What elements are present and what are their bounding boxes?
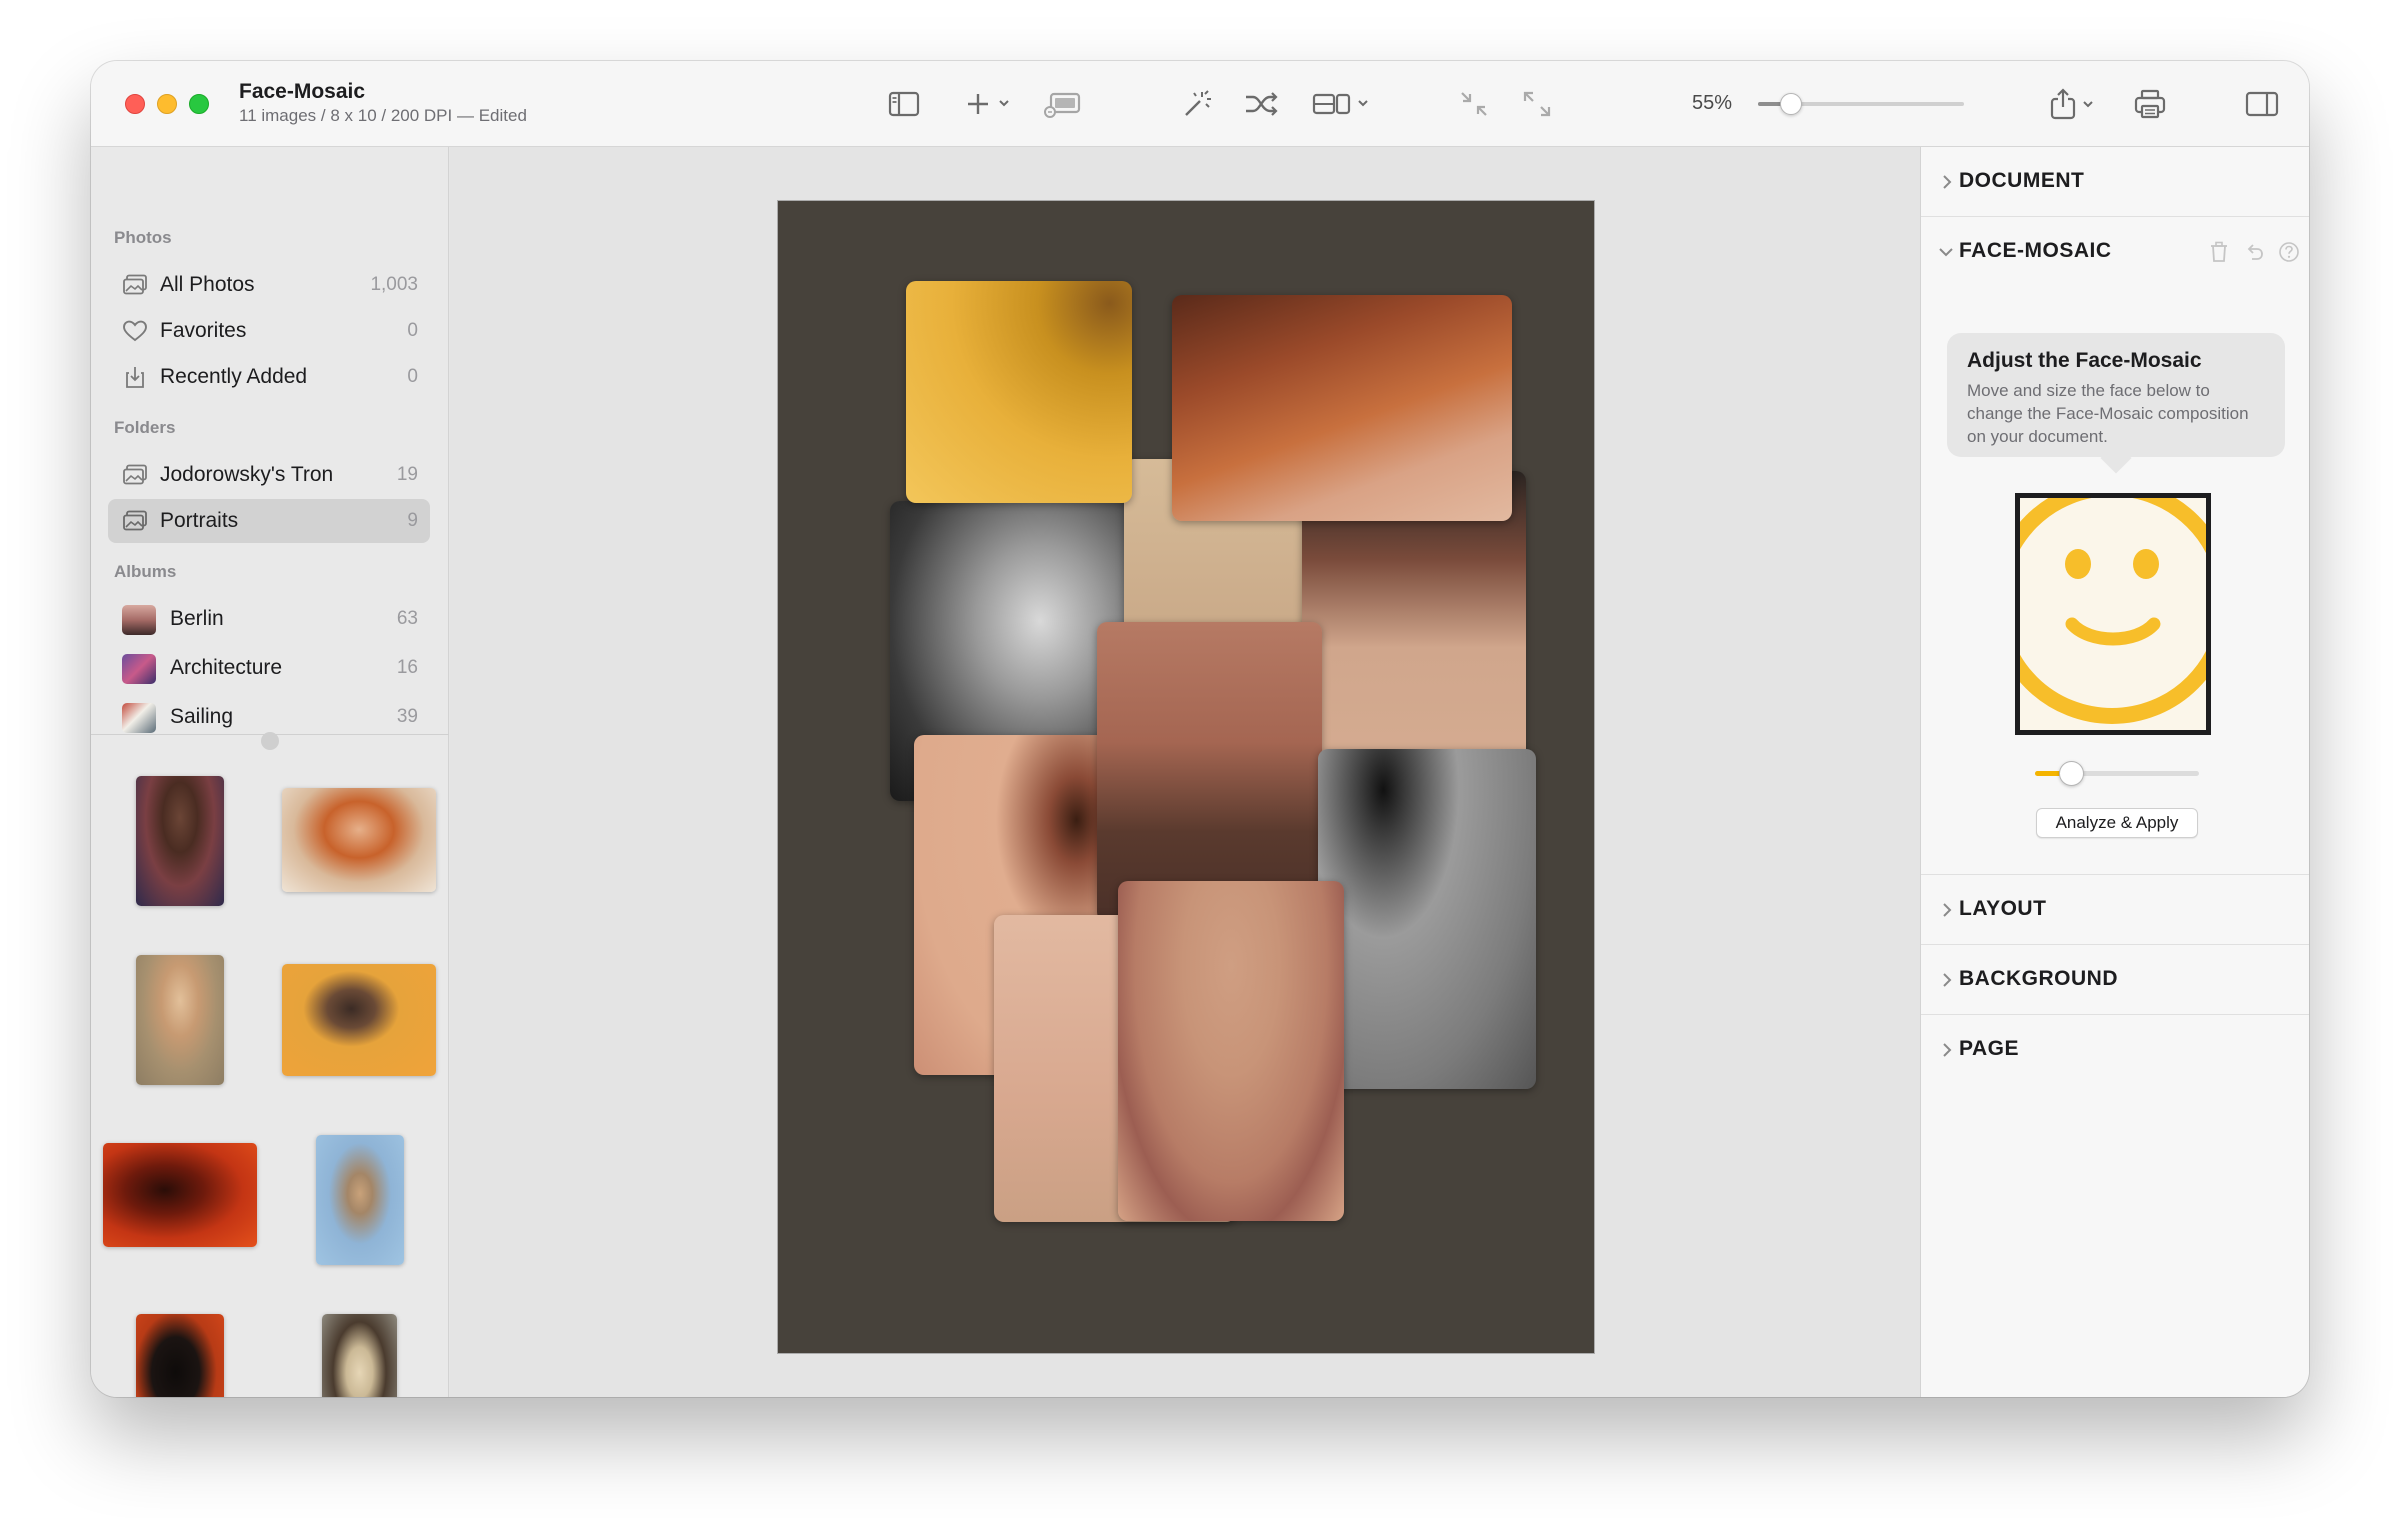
chevron-right-icon <box>1941 972 1953 993</box>
title-bar: Face-Mosaic 11 images / 8 x 10 / 200 DPI… <box>91 61 2309 147</box>
section-title: LAYOUT <box>1959 897 2047 920</box>
expand-icon[interactable] <box>1519 85 1555 123</box>
undo-icon[interactable] <box>2244 241 2264 268</box>
print-icon[interactable] <box>2132 85 2168 123</box>
zoom-slider-knob[interactable] <box>1780 93 1802 115</box>
photo-thumbnail[interactable] <box>282 964 436 1076</box>
app-window: Face-Mosaic 11 images / 8 x 10 / 200 DPI… <box>91 61 2309 1397</box>
help-callout: Adjust the Face-Mosaic Move and size the… <box>1947 333 2285 457</box>
shuffle-icon[interactable] <box>1242 85 1282 123</box>
sidebar-item-label: Architecture <box>170 656 283 679</box>
photo-thumbnail[interactable] <box>316 1135 404 1265</box>
callout-title: Adjust the Face-Mosaic <box>1967 349 2202 372</box>
smiley-face-icon[interactable] <box>2020 498 2206 730</box>
section-page[interactable]: PAGE <box>1921 1015 2309 1085</box>
section-title: PAGE <box>1959 1037 2019 1060</box>
photo-stack-icon <box>122 273 148 297</box>
sidebar-item-favorites[interactable]: Favorites 0 <box>108 309 430 353</box>
inspector-panel: DOCUMENT FACE-MOSAIC Adjust the Face-Mos… <box>1920 147 2309 1397</box>
chevron-right-icon <box>1941 902 1953 923</box>
document-page[interactable] <box>778 201 1594 1353</box>
item-count: 16 <box>396 657 418 678</box>
sidebar-item-label: Recently Added <box>160 365 308 388</box>
face-tile[interactable] <box>1318 749 1536 1089</box>
section-document[interactable]: DOCUMENT <box>1921 147 2309 217</box>
photo-thumbnail[interactable] <box>136 1314 224 1397</box>
face-tile[interactable] <box>1118 881 1344 1221</box>
item-count: 63 <box>396 608 418 629</box>
album-thumbnail <box>122 654 156 684</box>
section-title: DOCUMENT <box>1959 169 2085 192</box>
sidebar-item-label: Jodorowsky's Tron <box>160 463 334 486</box>
sidebar-item-architecture[interactable]: Architecture 16 <box>108 646 430 690</box>
item-count: 19 <box>396 464 418 485</box>
section-layout[interactable]: LAYOUT <box>1921 875 2309 945</box>
sidebar-item-label: Portraits <box>160 509 239 532</box>
sidebar-item-label: All Photos <box>160 273 255 296</box>
zoom-slider[interactable] <box>1758 93 1964 115</box>
split-view-handle[interactable] <box>261 732 279 750</box>
trash-icon[interactable] <box>2209 241 2229 268</box>
document-title: Face-Mosaic <box>239 80 366 103</box>
face-size-slider-knob[interactable] <box>2058 761 2084 786</box>
folder-photos-icon <box>122 509 148 533</box>
face-size-slider[interactable] <box>2035 761 2199 786</box>
photo-thumbnail[interactable] <box>136 776 224 906</box>
sidebar-item-all-photos[interactable]: All Photos 1,003 <box>108 263 430 307</box>
item-count: 9 <box>407 510 418 531</box>
albums-section-header: Albums <box>114 562 177 581</box>
folder-photos-icon <box>122 463 148 487</box>
folders-section-header: Folders <box>114 418 176 437</box>
sidebar-item-jodorowskys-tron[interactable]: Jodorowsky's Tron 19 <box>108 453 430 497</box>
chevron-down-icon[interactable] <box>1938 245 1954 263</box>
photo-thumbnail[interactable] <box>136 955 224 1085</box>
sidebar-item-portraits[interactable]: Portraits 9 <box>108 499 430 543</box>
document-subtitle: 11 images / 8 x 10 / 200 DPI — Edited <box>239 106 527 125</box>
photo-thumbnail[interactable] <box>322 1314 397 1397</box>
sidebar-item-label: Berlin <box>170 607 224 630</box>
shrink-icon[interactable] <box>1456 85 1492 123</box>
section-title: BACKGROUND <box>1959 967 2118 990</box>
face-tile[interactable] <box>906 281 1132 503</box>
sidebar-icon[interactable] <box>886 85 922 123</box>
sidebar: Photos All Photos 1,003 Favorites 0 Rece… <box>91 147 449 1397</box>
slideshow-icon[interactable] <box>1042 85 1084 123</box>
face-preview[interactable] <box>2015 493 2211 735</box>
section-title: FACE-MOSAIC <box>1959 239 2112 262</box>
inspector-icon[interactable] <box>2244 85 2280 123</box>
zoom-level: 55% <box>1692 92 1733 114</box>
zoom-window-button[interactable] <box>189 94 209 114</box>
chevron-right-icon <box>1941 174 1953 195</box>
photo-thumbnail[interactable] <box>103 1143 257 1247</box>
close-window-button[interactable] <box>125 94 145 114</box>
album-thumbnail <box>122 703 156 733</box>
item-count: 0 <box>407 320 418 341</box>
photo-thumbnail[interactable] <box>282 788 436 892</box>
face-tile[interactable] <box>1097 622 1322 922</box>
heart-icon <box>122 319 148 343</box>
section-background[interactable]: BACKGROUND <box>1921 945 2309 1015</box>
callout-body: Move and size the face below to change t… <box>1967 381 2249 446</box>
import-icon <box>122 365 148 389</box>
section-face-mosaic: FACE-MOSAIC Adjust the Face-Mosaic Move … <box>1921 217 2309 875</box>
item-count: 39 <box>396 706 418 727</box>
face-tile[interactable] <box>1172 295 1512 521</box>
canvas-area[interactable] <box>450 147 1920 1397</box>
analyze-apply-button[interactable]: Analyze & Apply <box>2036 808 2198 838</box>
magic-wand-icon[interactable] <box>1178 85 1214 123</box>
item-count: 1,003 <box>370 274 418 295</box>
sidebar-item-berlin[interactable]: Berlin 63 <box>108 597 430 641</box>
share-icon[interactable] <box>2047 85 2101 123</box>
sidebar-item-label: Sailing <box>170 705 234 728</box>
help-icon[interactable] <box>2278 241 2300 268</box>
photos-section-header: Photos <box>114 228 172 247</box>
album-thumbnail <box>122 605 156 635</box>
layout-icon[interactable] <box>1310 85 1374 123</box>
chevron-right-icon <box>1941 1042 1953 1063</box>
item-count: 0 <box>407 366 418 387</box>
sidebar-item-recently-added[interactable]: Recently Added 0 <box>108 355 430 399</box>
sidebar-item-label: Favorites <box>160 319 247 342</box>
minimize-window-button[interactable] <box>157 94 177 114</box>
add-icon[interactable] <box>965 85 1017 123</box>
